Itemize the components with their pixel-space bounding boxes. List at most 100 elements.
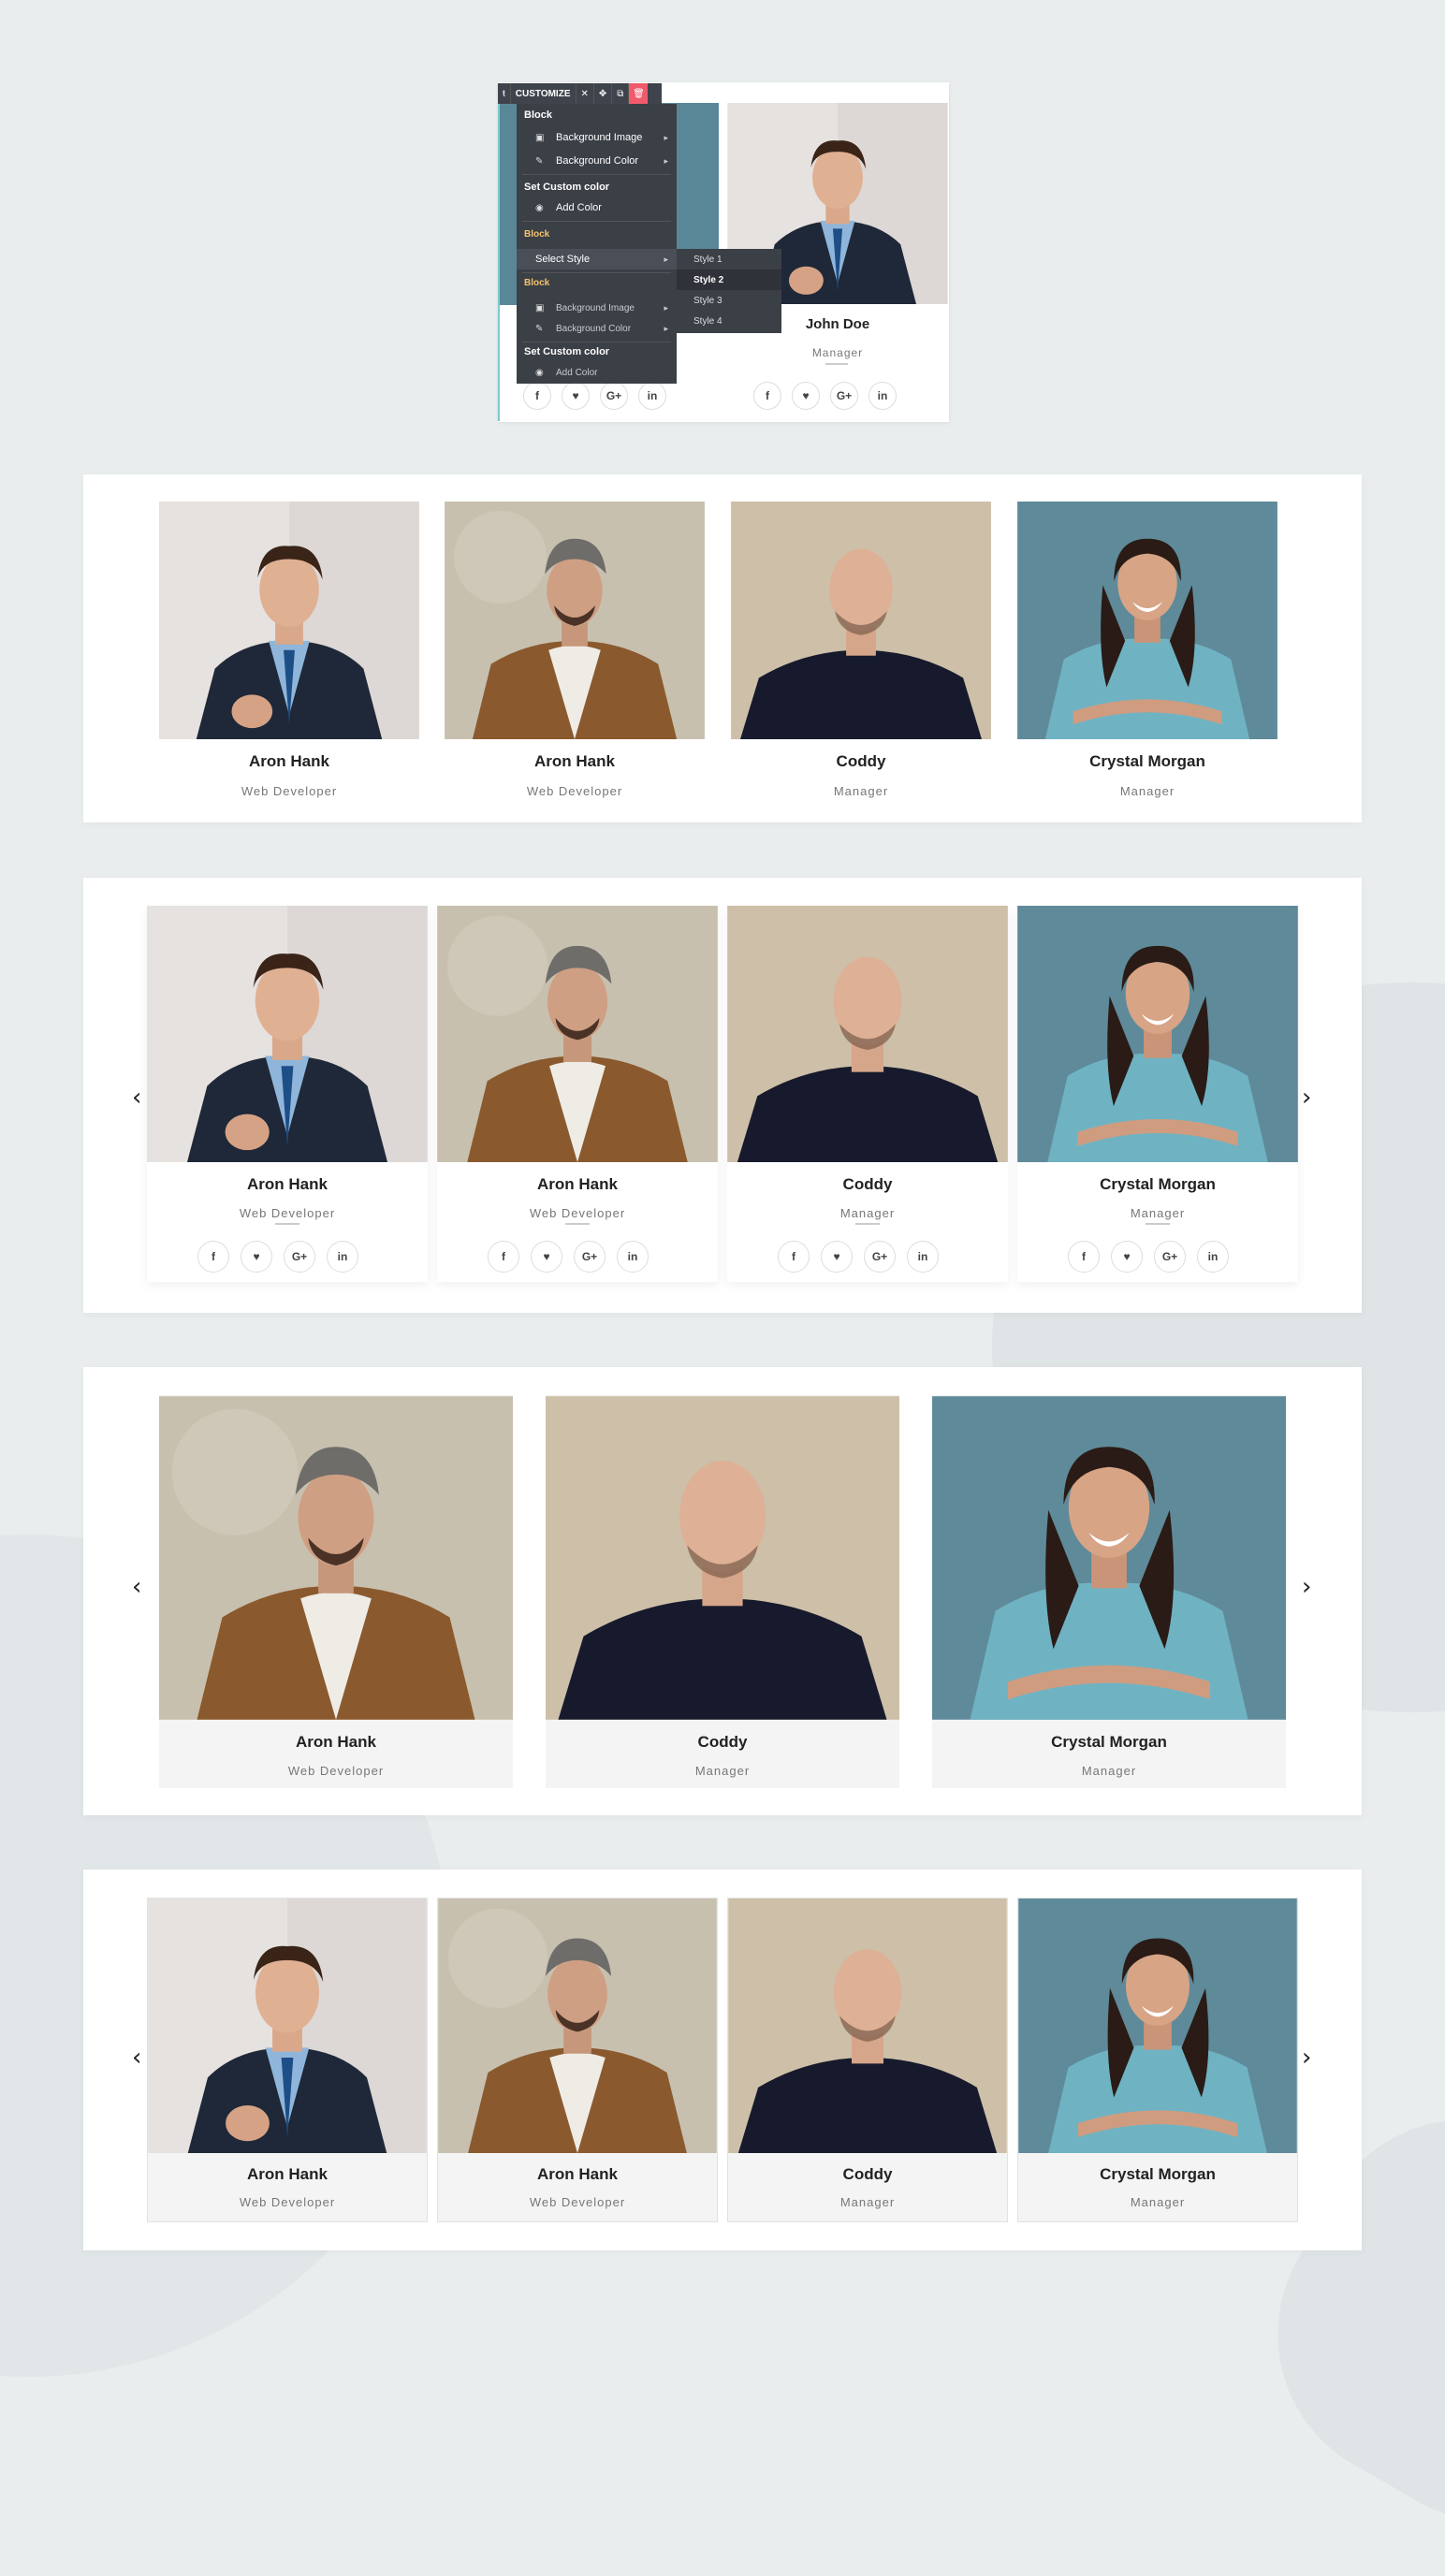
- twitter-icon[interactable]: ♥: [821, 1241, 853, 1273]
- member-name: Aron Hank: [537, 1175, 618, 1193]
- linkedin-icon[interactable]: in: [327, 1241, 358, 1273]
- prev-arrow-icon[interactable]: ‹: [132, 2045, 141, 2070]
- member-photo: [159, 502, 419, 739]
- caret-right-icon: ▸: [664, 302, 668, 313]
- member-role: Manager: [839, 2195, 896, 2209]
- facebook-icon[interactable]: f: [778, 1241, 810, 1273]
- member-role: Manager: [811, 346, 864, 359]
- move-icon[interactable]: ✥: [594, 83, 613, 104]
- linkedin-icon[interactable]: in: [868, 382, 897, 410]
- delete-icon[interactable]: 🗑: [629, 83, 649, 104]
- social-links: f ♥ G+ in: [523, 382, 666, 410]
- member-name: Aron Hank: [249, 752, 329, 770]
- member-photo: [437, 906, 718, 1162]
- member-role: Manager: [839, 1206, 896, 1220]
- palette-icon: ◉: [535, 367, 544, 378]
- member-photo: [445, 502, 705, 739]
- palette-icon: ◉: [535, 202, 544, 213]
- member-role: Manager: [694, 1764, 751, 1778]
- linkedin-icon[interactable]: in: [617, 1241, 649, 1273]
- linkedin-icon[interactable]: in: [1197, 1241, 1229, 1273]
- member-role: Manager: [1130, 1206, 1186, 1220]
- member-photo: [728, 1899, 1007, 2153]
- separator: [522, 174, 671, 175]
- image-icon: ▣: [535, 302, 545, 313]
- prev-arrow-icon[interactable]: ‹: [132, 1575, 141, 1599]
- twitter-icon[interactable]: ♥: [1111, 1241, 1143, 1273]
- member-name: Aron Hank: [534, 752, 615, 770]
- member-photo: [546, 1395, 899, 1721]
- style-option-2[interactable]: Style 2: [677, 269, 781, 290]
- facebook-icon[interactable]: f: [523, 382, 551, 410]
- image-icon: ▣: [535, 132, 545, 143]
- drag-handle-icon[interactable]: ŧ: [498, 83, 511, 104]
- style-option-3[interactable]: Style 3: [677, 290, 781, 311]
- twitter-icon[interactable]: ♥: [562, 382, 590, 410]
- next-arrow-icon[interactable]: ›: [1302, 1575, 1311, 1599]
- divider: [1146, 1223, 1170, 1225]
- member-photo: [727, 906, 1008, 1162]
- team-grid-style-1: Aron Hank Web Developer Aron Hank Web De…: [83, 474, 1362, 822]
- facebook-icon[interactable]: f: [753, 382, 781, 410]
- caret-right-icon: ▸: [664, 254, 668, 264]
- menu-header-custom-color: Set Custom color: [524, 346, 610, 357]
- style-option-1[interactable]: Style 1: [677, 249, 781, 269]
- member-photo: [932, 1395, 1286, 1721]
- social-links: f ♥ G+ in: [488, 1241, 649, 1273]
- menu-item-background-image[interactable]: ▣ Background Image ▸: [517, 127, 677, 148]
- member-photo: [1018, 1899, 1297, 2153]
- menu-item-add-color[interactable]: ◉ Add Color: [517, 362, 677, 383]
- member-name: Crystal Morgan: [1089, 752, 1205, 770]
- selection-border: [498, 103, 500, 421]
- linkedin-icon[interactable]: in: [638, 382, 666, 410]
- member-name: Aron Hank: [296, 1733, 376, 1751]
- menu-item-background-image[interactable]: ▣ Background Image ▸: [517, 298, 677, 318]
- separator: [522, 272, 671, 273]
- style-submenu: Style 1 Style 2 Style 3 Style 4: [677, 249, 781, 333]
- google-plus-icon[interactable]: G+: [600, 382, 628, 410]
- linkedin-icon[interactable]: in: [907, 1241, 939, 1273]
- social-links: f ♥ G+ in: [753, 382, 897, 410]
- google-plus-icon[interactable]: G+: [830, 382, 858, 410]
- twitter-icon[interactable]: ♥: [241, 1241, 272, 1273]
- member-name: Coddy: [842, 2165, 893, 2183]
- member-name: Crystal Morgan: [1100, 2165, 1216, 2183]
- next-arrow-icon[interactable]: ›: [1302, 2045, 1311, 2070]
- prev-arrow-icon[interactable]: ‹: [132, 1085, 141, 1110]
- caret-right-icon: ▸: [664, 155, 668, 166]
- facebook-icon[interactable]: f: [488, 1241, 519, 1273]
- facebook-icon[interactable]: f: [1068, 1241, 1100, 1273]
- menu-item-background-color[interactable]: ✎ Background Color ▸: [517, 151, 677, 171]
- member-role: Web Developer: [241, 784, 338, 798]
- close-icon[interactable]: ✕: [577, 83, 594, 104]
- facebook-icon[interactable]: f: [197, 1241, 229, 1273]
- menu-item-add-color[interactable]: ◉ Add Color: [517, 197, 677, 218]
- member-role: Web Developer: [526, 784, 623, 798]
- twitter-icon[interactable]: ♥: [792, 382, 820, 410]
- member-role: Manager: [1081, 1764, 1137, 1778]
- style-option-4[interactable]: Style 4: [677, 311, 781, 331]
- pen-icon: ✎: [535, 155, 544, 167]
- member-role: Manager: [1119, 784, 1175, 798]
- copy-icon[interactable]: ⧉: [612, 83, 630, 104]
- member-name: Crystal Morgan: [1051, 1733, 1167, 1751]
- google-plus-icon[interactable]: G+: [284, 1241, 315, 1273]
- twitter-icon[interactable]: ♥: [531, 1241, 562, 1273]
- google-plus-icon[interactable]: G+: [864, 1241, 896, 1273]
- menu-item-select-style[interactable]: Select Style ▸: [517, 249, 677, 269]
- member-photo: [731, 502, 991, 739]
- menu-header-block: Block: [524, 109, 552, 121]
- menu-item-background-color[interactable]: ✎ Background Color ▸: [517, 318, 677, 339]
- customize-menu: Block ▣ Background Image ▸ ✎ Background Col…: [517, 104, 677, 384]
- next-arrow-icon[interactable]: ›: [1302, 1085, 1311, 1110]
- member-role: Manager: [1130, 2195, 1186, 2209]
- menu-header-block-sub: Block: [524, 278, 550, 288]
- customize-button[interactable]: CUSTOMIZE: [511, 83, 577, 104]
- social-links: f ♥ G+ in: [1068, 1241, 1229, 1273]
- google-plus-icon[interactable]: G+: [1154, 1241, 1186, 1273]
- google-plus-icon[interactable]: G+: [574, 1241, 606, 1273]
- divider: [275, 1223, 299, 1225]
- member-name: Aron Hank: [247, 1175, 328, 1193]
- member-name: Aron Hank: [537, 2165, 618, 2183]
- member-role: Web Developer: [239, 2195, 336, 2209]
